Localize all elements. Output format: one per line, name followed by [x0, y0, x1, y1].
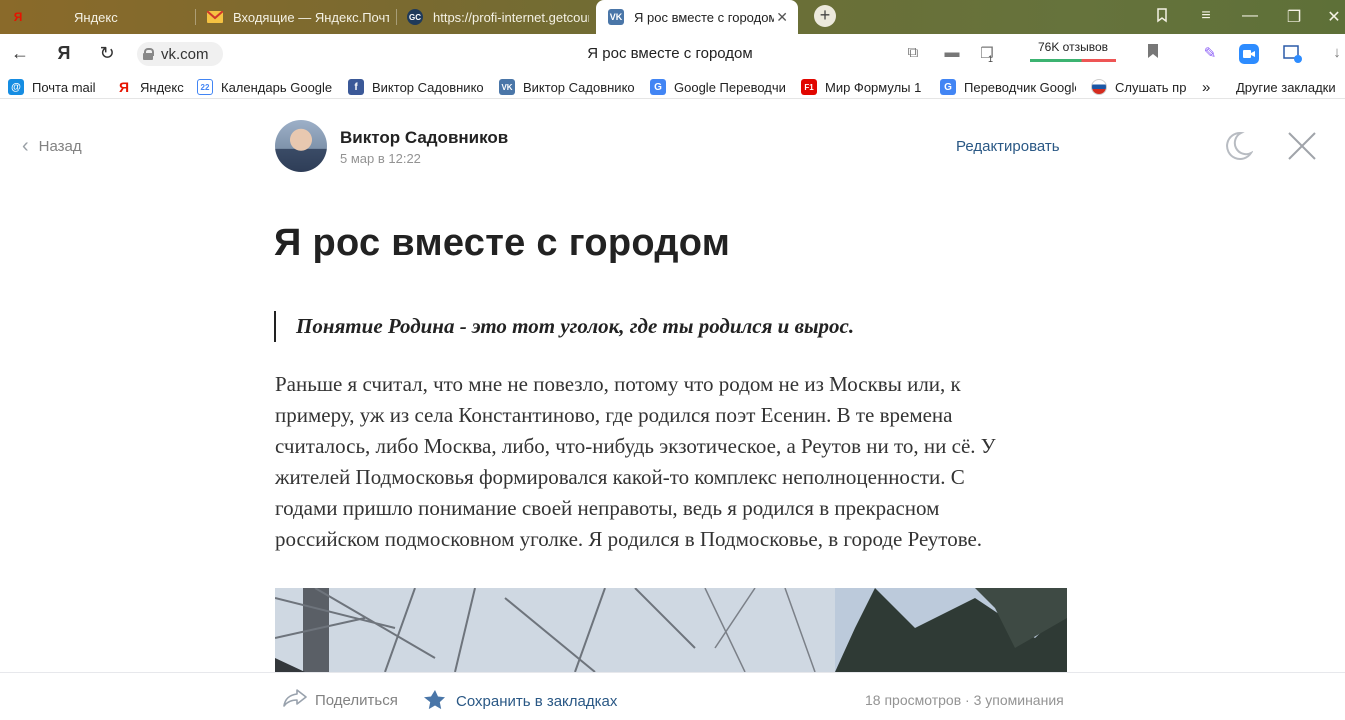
- close-tab-icon[interactable]: ✕: [776, 9, 788, 26]
- back-arrow-icon[interactable]: ←: [8, 43, 32, 64]
- avatar[interactable]: [275, 120, 327, 172]
- google-translate-icon: G: [650, 79, 666, 95]
- bookmark-yandex[interactable]: Я Яндекс: [116, 78, 188, 96]
- paragraph-line: российском подмосковном уголке. Я родилс…: [275, 527, 983, 551]
- other-bookmarks-folder[interactable]: Другие закладки: [1236, 78, 1345, 96]
- author-name[interactable]: Виктор Садовников: [340, 128, 508, 148]
- paragraph-line: примеру, уж из села Константиново, где р…: [275, 403, 953, 427]
- bookmark-calendar[interactable]: 22 Календарь Google: [197, 78, 332, 96]
- article-footer: Поделиться Сохранить в закладках 18 прос…: [0, 672, 1345, 720]
- star-icon: [424, 689, 446, 713]
- radio-icon: [1091, 79, 1107, 95]
- article-title: Я рос вместе с городом: [274, 222, 731, 264]
- translate-extension-icon[interactable]: [1282, 44, 1304, 68]
- view-stats: 18 просмотров · 3 упоминания: [865, 692, 1064, 708]
- f1-icon: F1: [801, 79, 817, 95]
- yandex-icon: Я: [13, 10, 23, 24]
- url-field[interactable]: vk.com: [137, 42, 223, 66]
- menu-icon[interactable]: ≡: [1196, 7, 1216, 25]
- chat-icon[interactable]: ▬: [941, 44, 963, 61]
- bookmark-radio[interactable]: Слушать пр: [1091, 78, 1187, 96]
- url-domain: vk.com: [161, 45, 209, 63]
- vk-icon: VK: [499, 79, 515, 95]
- restore-icon[interactable]: ❐: [1284, 7, 1304, 27]
- reload-icon[interactable]: ↻: [95, 43, 119, 64]
- bookmark-translate-2[interactable]: G Переводчик Google: [940, 78, 1076, 96]
- article-photo[interactable]: [275, 588, 1067, 672]
- share-icon: [283, 689, 307, 711]
- page-title: Я рос вместе с городом: [587, 45, 753, 62]
- chevron-left-icon: ‹: [22, 135, 29, 157]
- pen-icon[interactable]: ✎: [1199, 44, 1221, 62]
- download-icon[interactable]: ↓: [1326, 44, 1345, 61]
- edit-button[interactable]: Редактировать: [956, 138, 1060, 155]
- google-translate-icon: G: [940, 79, 956, 95]
- yandex-home-icon[interactable]: Я: [52, 43, 76, 64]
- moon-icon[interactable]: [1221, 130, 1254, 162]
- lock-icon: [143, 48, 154, 60]
- google-calendar-icon: 22: [197, 79, 213, 95]
- back-button[interactable]: ‹ Назад: [22, 135, 82, 157]
- new-tab-button[interactable]: +: [814, 5, 836, 27]
- minimize-icon[interactable]: —: [1240, 7, 1260, 25]
- bookmark-mail[interactable]: @ Почта mail: [8, 78, 108, 96]
- reviews-badge[interactable]: 76K отзывов: [1026, 40, 1120, 64]
- close-icon[interactable]: [1287, 131, 1317, 161]
- collections-icon[interactable]: [1152, 7, 1172, 28]
- mail-icon: [207, 9, 223, 25]
- zoom-icon[interactable]: [1238, 44, 1260, 68]
- tabs-counter-icon[interactable]: ❒ 1: [976, 44, 998, 64]
- paragraph-line: годами пришло понимание своей неправоты,…: [275, 496, 940, 520]
- article-paragraph: Раньше я считал, что мне не повезло, пот…: [275, 369, 1075, 555]
- facebook-icon: f: [348, 79, 364, 95]
- tab-getcourse[interactable]: GC https://profi-internet.getcourse: [407, 0, 589, 34]
- paragraph-line: жителей Подмосковья формировался какой-т…: [275, 465, 965, 489]
- paragraph-line: считалось, либо Москва, либо, что-нибудь…: [275, 434, 996, 458]
- address-bar: ← Я ↻ vk.com Я рос вместе с городом ⧉ ▬ …: [0, 34, 1345, 74]
- tab-label: Входящие — Яндекс.Почта: [233, 9, 389, 25]
- tab-yandex[interactable]: Я Яндекс: [10, 0, 190, 34]
- tab-label: Я рос вместе с городом: [634, 9, 774, 25]
- bookmark-facebook[interactable]: f Виктор Садовников: [348, 78, 484, 96]
- browser-tab-strip: Я Яндекс Входящие — Яндекс.Почта GC http…: [0, 0, 1345, 34]
- tab-vk-article[interactable]: VK Я рос вместе с городом ✕: [596, 0, 798, 34]
- getcourse-icon: GC: [407, 9, 423, 25]
- bookmark-vk[interactable]: VK Виктор Садовников: [499, 78, 635, 96]
- save-bookmark-button[interactable]: Сохранить в закладках: [424, 689, 617, 713]
- bookmark-f1[interactable]: F1 Мир Формулы 1: [801, 78, 927, 96]
- article-quote: Понятие Родина - это тот уголок, где ты …: [274, 311, 854, 342]
- bookmark-translate[interactable]: G Google Переводчик: [650, 78, 786, 96]
- tab-mail[interactable]: Входящие — Яндекс.Почта: [207, 0, 389, 34]
- tab-label: https://profi-internet.getcourse: [433, 9, 589, 25]
- share-button[interactable]: Поделиться: [283, 689, 398, 711]
- bookmarks-bar: @ Почта mail Я Яндекс 22 Календарь Googl…: [0, 74, 1345, 99]
- paragraph-line: Раньше я считал, что мне не повезло, пот…: [275, 372, 961, 396]
- copy-icon[interactable]: ⧉: [902, 44, 924, 61]
- post-date: 5 мар в 12:22: [340, 151, 421, 166]
- bookmarks-more-button[interactable]: »: [1202, 78, 1218, 96]
- mail-ru-icon: @: [8, 79, 24, 95]
- vk-icon: VK: [608, 9, 624, 25]
- bookmark-icon[interactable]: [1142, 44, 1164, 62]
- close-window-icon[interactable]: ✕: [1324, 7, 1344, 27]
- tab-label: Яндекс: [74, 9, 118, 25]
- yandex-icon: Я: [118, 79, 130, 95]
